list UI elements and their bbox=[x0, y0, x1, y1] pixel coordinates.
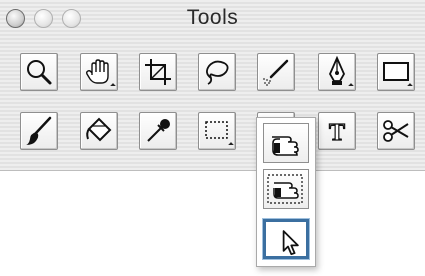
marquee-tool-button[interactable] bbox=[198, 112, 236, 150]
text-tool-icon: T bbox=[328, 119, 345, 146]
eyedropper-icon bbox=[147, 119, 170, 142]
tools-palette-window: Tools T bbox=[0, 0, 425, 171]
paint-bucket-icon bbox=[86, 117, 112, 142]
eyedropper-tool-button[interactable] bbox=[139, 112, 177, 150]
window-title: Tools bbox=[186, 6, 239, 29]
zoom-tool-button[interactable] bbox=[20, 53, 58, 91]
popup-item-arrow-pointer[interactable] bbox=[263, 219, 309, 259]
hand-pointer-icon bbox=[272, 136, 299, 156]
lasso-icon bbox=[206, 60, 229, 85]
arrow-pointer-icon bbox=[282, 230, 299, 256]
scissors-icon bbox=[383, 120, 409, 142]
popup-item-hand-pointer[interactable] bbox=[263, 123, 309, 163]
shape-tool-button[interactable] bbox=[377, 53, 415, 91]
selection-tools-popup-menu bbox=[256, 117, 316, 267]
paint-bucket-tool-button[interactable] bbox=[80, 112, 118, 150]
hand-pointer-marquee-icon bbox=[267, 174, 303, 204]
paintbrush-icon bbox=[26, 116, 52, 145]
crop-icon bbox=[145, 59, 171, 85]
crop-tool-button[interactable] bbox=[139, 53, 177, 91]
popup-item-hand-pointer-marquee[interactable] bbox=[263, 169, 309, 209]
airbrush-tool-button[interactable] bbox=[257, 53, 295, 91]
svg-text:T: T bbox=[329, 120, 345, 146]
title-bar[interactable]: Tools bbox=[0, 0, 425, 36]
text-tool-button[interactable]: T bbox=[318, 112, 356, 150]
scissors-tool-button[interactable] bbox=[377, 112, 415, 150]
zoom-magnifier-icon bbox=[27, 60, 52, 85]
paintbrush-tool-button[interactable] bbox=[20, 112, 58, 150]
pen-tool-button[interactable] bbox=[318, 53, 356, 91]
lasso-tool-button[interactable] bbox=[198, 53, 236, 91]
hand-tool-button[interactable] bbox=[80, 53, 118, 91]
airbrush-icon bbox=[263, 59, 289, 86]
